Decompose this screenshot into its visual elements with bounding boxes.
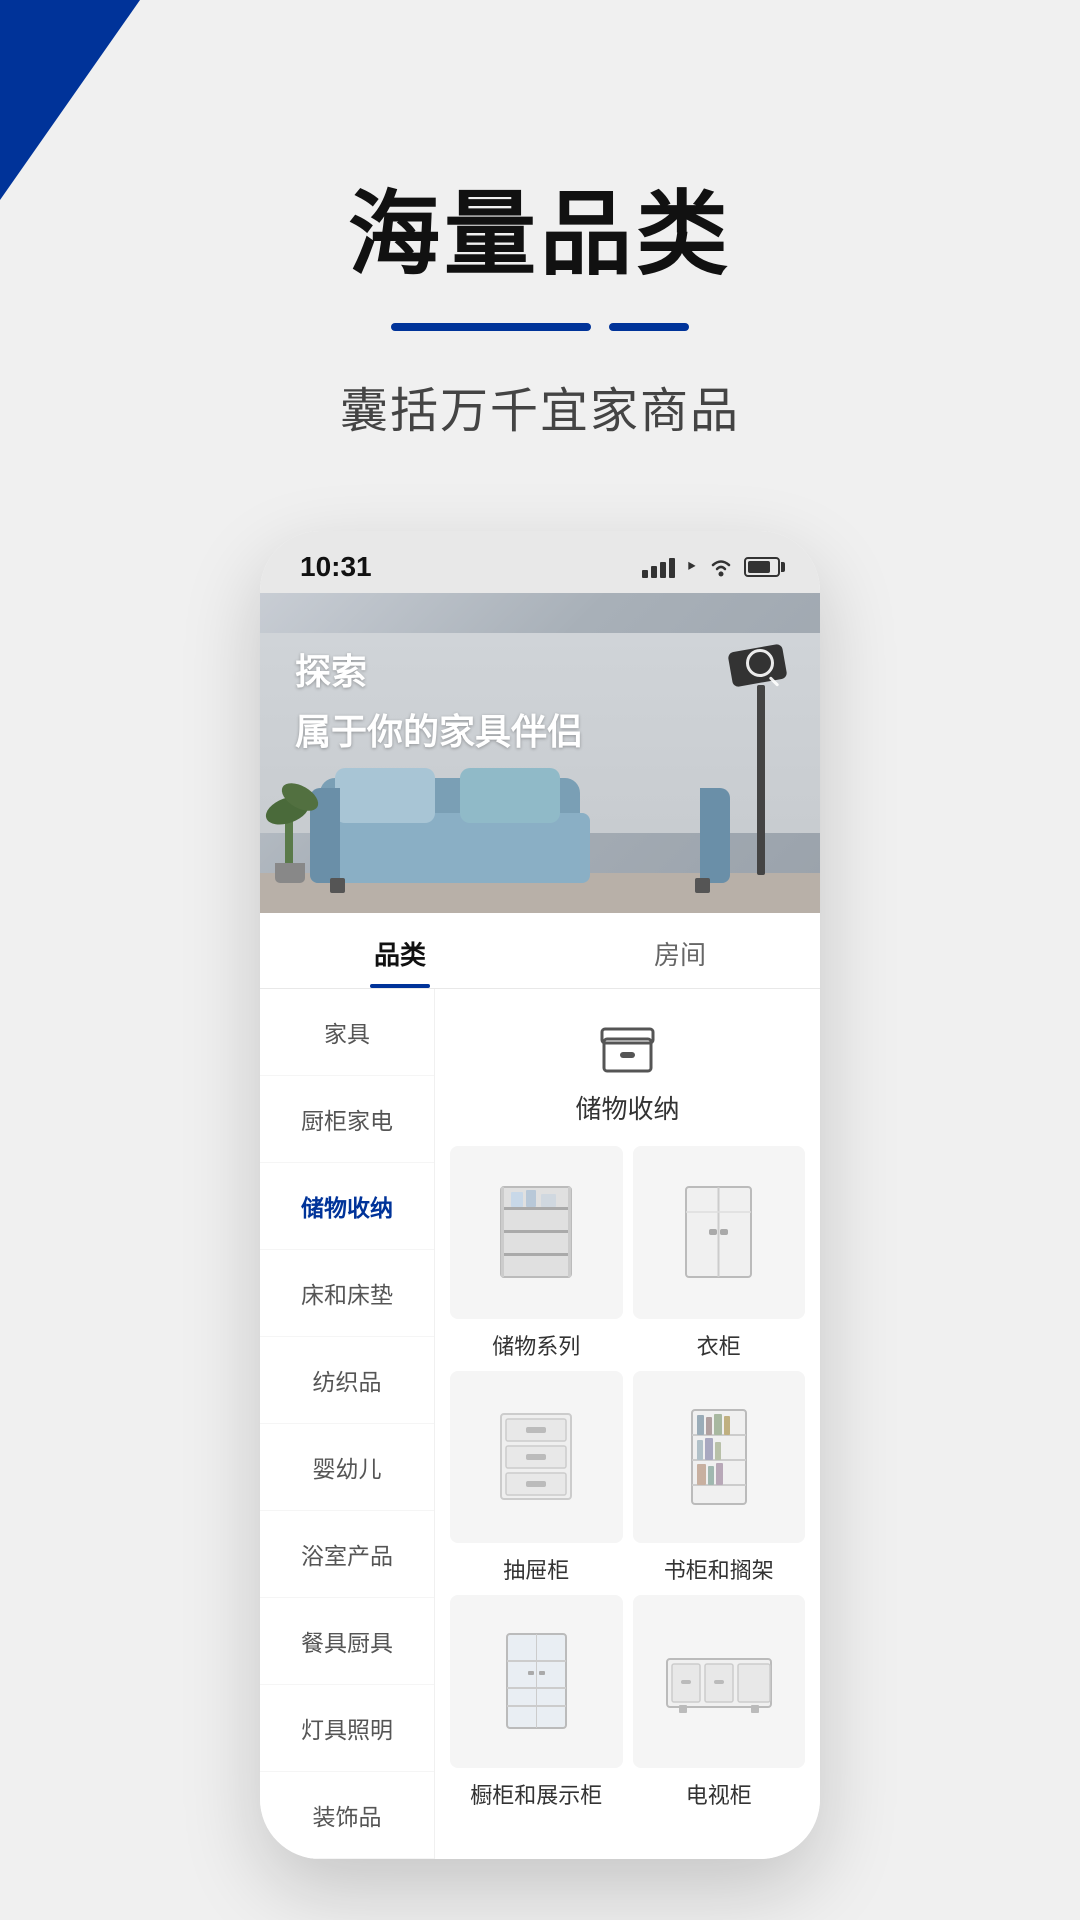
status-time: 10:31 <box>300 551 372 583</box>
tab-bar: 品类 房间 <box>260 913 820 989</box>
sidebar-item-textile[interactable]: 纺织品 <box>260 1337 434 1424</box>
product-label-cabinet: 橱柜和展示柜 <box>450 1778 623 1810</box>
battery-icon <box>744 557 780 577</box>
product-item-shelf[interactable]: 储物系列 <box>450 1146 623 1361</box>
wifi-symbol <box>708 557 734 577</box>
hero-line1: 探索 <box>295 643 583 695</box>
sidebar-item-lighting[interactable]: 灯具照明 <box>260 1685 434 1772</box>
product-img-drawer <box>450 1371 623 1544</box>
sidebar-item-bed[interactable]: 床和床垫 <box>260 1250 434 1337</box>
product-grid: 储物系列 <box>450 1146 805 1810</box>
product-item-tv-cabinet[interactable]: 电视柜 <box>633 1595 806 1810</box>
product-item-cabinet[interactable]: 橱柜和展示柜 <box>450 1595 623 1810</box>
product-item-drawer[interactable]: 抽屉柜 <box>450 1371 623 1586</box>
search-icon <box>746 649 774 677</box>
tv-cabinet-icon <box>664 1649 774 1714</box>
sidebar-item-storage[interactable]: 储物收纳 <box>260 1163 434 1250</box>
tab-category[interactable]: 品类 <box>260 913 540 988</box>
cabinet-icon <box>504 1631 569 1731</box>
sidebar-item-bathroom[interactable]: 浴室产品 <box>260 1511 434 1598</box>
product-item-bookshelf[interactable]: 书柜和搁架 <box>633 1371 806 1586</box>
product-label-tv-cabinet: 电视柜 <box>633 1778 806 1810</box>
product-img-bookshelf <box>633 1371 806 1544</box>
product-label-bookshelf: 书柜和搁架 <box>633 1553 806 1585</box>
sofa-cushion-right <box>460 768 560 823</box>
sidebar: 家具 厨柜家电 储物收纳 床和床垫 纺织品 婴幼儿 浴室产品 餐具厨具 灯具照明… <box>260 989 435 1859</box>
product-img-tv-cabinet <box>633 1595 806 1768</box>
signal-bar-3 <box>660 562 666 578</box>
plant-pot <box>275 863 305 883</box>
status-icons: ‣ <box>642 554 780 580</box>
sidebar-item-baby[interactable]: 婴幼儿 <box>260 1424 434 1511</box>
sidebar-item-kitchen[interactable]: 厨柜家电 <box>260 1076 434 1163</box>
status-bar: 10:31 ‣ <box>260 531 820 593</box>
hero-text: 探索 属于你的家具伴侣 <box>295 643 583 755</box>
tab-room[interactable]: 房间 <box>540 913 820 988</box>
wardrobe-icon <box>681 1182 756 1282</box>
product-label-shelf: 储物系列 <box>450 1329 623 1361</box>
category-title: 储物收纳 <box>450 1089 805 1126</box>
sofa-leg-left <box>330 878 345 893</box>
header-section: 海量品类 囊括万千宜家商品 <box>0 0 1080 501</box>
product-img-shelf <box>450 1146 623 1319</box>
sofa-leg-right <box>695 878 710 893</box>
product-label-drawer: 抽屉柜 <box>450 1553 623 1585</box>
wifi-icon: ‣ <box>685 554 698 580</box>
sofa-arm-right <box>700 788 730 883</box>
underline-short <box>609 323 689 331</box>
sidebar-item-furniture[interactable]: 家具 <box>260 989 434 1076</box>
sidebar-item-cookware[interactable]: 餐具厨具 <box>260 1598 434 1685</box>
category-header: 储物收纳 <box>450 1009 805 1146</box>
phone-mockup: 10:31 ‣ <box>260 531 820 1859</box>
product-item-wardrobe[interactable]: 衣柜 <box>633 1146 806 1361</box>
signal-icon <box>642 556 675 578</box>
subtitle: 囊括万千宜家商品 <box>0 371 1080 441</box>
content-area: 家具 厨柜家电 储物收纳 床和床垫 纺织品 婴幼儿 浴室产品 餐具厨具 灯具照明… <box>260 989 820 1859</box>
battery-fill <box>748 561 770 573</box>
sofa-seat <box>310 813 590 883</box>
shelf-icon <box>496 1182 576 1282</box>
main-title: 海量品类 <box>0 160 1080 293</box>
storage-category-icon <box>600 1024 655 1074</box>
signal-bar-2 <box>651 566 657 578</box>
lamp-pole <box>757 685 765 875</box>
search-button[interactable] <box>735 638 785 688</box>
hero-area: 探索 属于你的家具伴侣 <box>260 593 820 913</box>
title-underline <box>0 323 1080 331</box>
underline-long <box>391 323 591 331</box>
hero-line2: 属于你的家具伴侣 <box>295 703 583 755</box>
drawer-icon <box>496 1409 576 1504</box>
sidebar-item-decor[interactable]: 装饰品 <box>260 1772 434 1859</box>
product-label-wardrobe: 衣柜 <box>633 1329 806 1361</box>
signal-bar-1 <box>642 570 648 578</box>
product-img-cabinet <box>450 1595 623 1768</box>
signal-bar-4 <box>669 558 675 578</box>
right-content: 储物收纳 <box>435 989 820 1859</box>
phone-wrapper: 10:31 ‣ <box>0 531 1080 1859</box>
bookshelf-icon <box>689 1407 749 1507</box>
sofa-cushion-left <box>335 768 435 823</box>
search-handle <box>769 676 780 687</box>
product-img-wardrobe <box>633 1146 806 1319</box>
